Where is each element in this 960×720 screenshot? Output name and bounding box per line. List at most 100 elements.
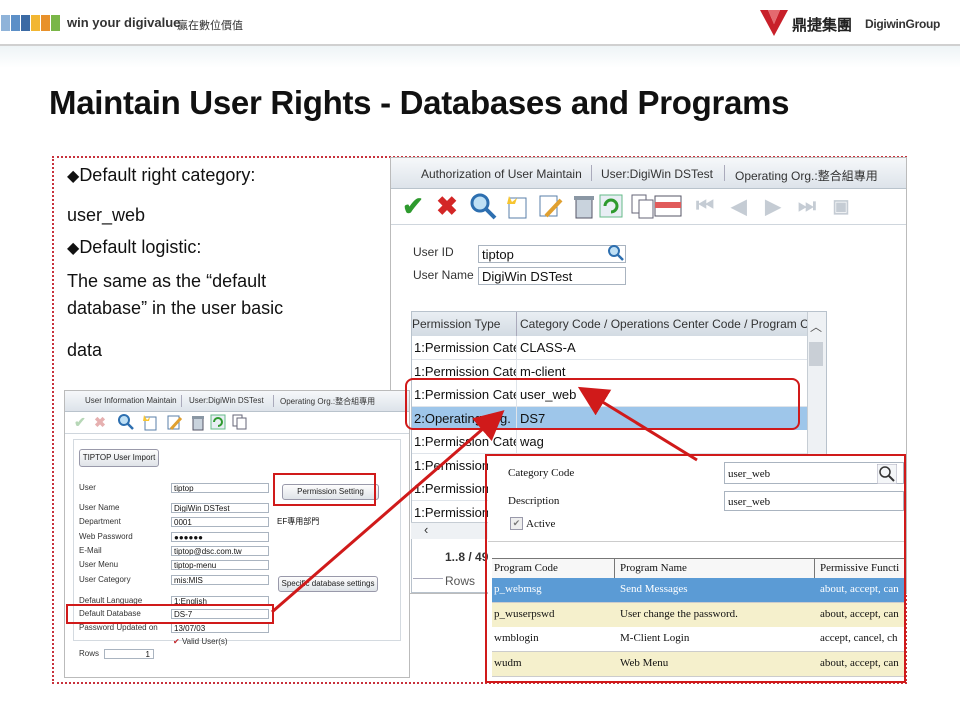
bullet-2-line-3: data xyxy=(67,340,103,360)
delete-icon[interactable] xyxy=(189,413,207,431)
tab-operating-org[interactable]: Operating Org.:整合組專用 xyxy=(280,396,375,407)
highlight-default-database xyxy=(66,604,274,624)
user-field-value[interactable]: DigiWin DSTest xyxy=(171,503,269,513)
toolbar-divider xyxy=(391,224,906,225)
grid-cell-category-code: wag xyxy=(520,434,544,449)
grid-row[interactable]: 1:Permission Cate CLASS-A xyxy=(412,336,807,360)
bullet-2-title: Default logistic: xyxy=(79,237,202,257)
bullet-2-line-2: database” in the user basic xyxy=(67,298,284,318)
brand-square xyxy=(21,15,30,31)
digiwin-logo-icon xyxy=(760,10,788,36)
scroll-left-icon[interactable]: ‹ xyxy=(424,522,428,537)
next-record-icon[interactable]: ▶ xyxy=(759,192,787,220)
cancel-icon[interactable]: ✖ xyxy=(93,413,107,431)
valid-user-label: Valid User(s) xyxy=(181,637,228,646)
first-record-icon[interactable]: ⏮ xyxy=(691,192,719,220)
paging-indicator: 1..8 / 49 xyxy=(445,550,489,564)
search-icon[interactable] xyxy=(469,192,497,220)
specific-database-settings-button[interactable]: Specific database settings xyxy=(278,576,378,592)
tab-separator xyxy=(591,165,592,181)
scroll-up-icon[interactable]: ︿ xyxy=(810,318,822,335)
diamond-bullet-icon: ◆ xyxy=(67,168,80,185)
bullet-default-logistic: ◆Default logistic: xyxy=(67,237,201,258)
new-record-icon[interactable] xyxy=(503,192,531,220)
user-id-field[interactable]: tiptop xyxy=(478,245,626,263)
user-field-value[interactable]: tiptop@dsc.com.tw xyxy=(171,546,269,556)
user-field-value[interactable]: mis:MIS xyxy=(171,575,269,585)
highlight-permission-setting xyxy=(273,473,376,506)
grid-cell-permission-type: 1:Permission Cate xyxy=(414,363,516,379)
tagline-chinese: 贏在數位價值 xyxy=(177,20,243,32)
diamond-bullet-icon: ◆ xyxy=(67,240,80,257)
rows-label: Rows xyxy=(445,574,476,588)
refresh-icon[interactable] xyxy=(597,192,625,220)
bullet-1-value: user_web xyxy=(67,205,146,225)
cancel-icon[interactable]: ✖ xyxy=(433,191,461,221)
grid-cell-category-code: CLASS-A xyxy=(520,340,576,355)
rows-value: 1 xyxy=(104,649,154,659)
refresh-icon[interactable] xyxy=(209,413,227,431)
confirm-icon[interactable]: ✔ xyxy=(399,191,427,221)
scrollbar-thumb[interactable] xyxy=(809,342,823,366)
tab-bar: Authorization of User Maintain User:Digi… xyxy=(391,158,906,189)
grid-row[interactable]: 1:Permission Cate wag xyxy=(412,430,807,454)
copy-icon[interactable] xyxy=(231,413,249,431)
user-id-label: User ID xyxy=(413,245,454,259)
user-field-label: User Name xyxy=(79,503,120,512)
grid-cell-permission-type: 1:Permission Cate xyxy=(414,340,516,355)
layout-icon[interactable] xyxy=(653,192,683,220)
tab-separator xyxy=(181,395,182,407)
user-field-value[interactable]: tiptop-menu xyxy=(171,560,269,570)
tagline: win your digivalue xyxy=(67,15,181,30)
column-divider xyxy=(516,430,517,453)
attachment-icon[interactable]: ▣ xyxy=(827,192,855,220)
page-title: Maintain User Rights - Databases and Pro… xyxy=(49,84,790,121)
last-record-icon[interactable]: ⏭ xyxy=(793,192,821,220)
brand-name: DigiwinGroup xyxy=(865,17,941,31)
tab-user-information[interactable]: User Information Maintain xyxy=(85,396,177,405)
tab-user[interactable]: User:DigiWin DSTest xyxy=(189,396,264,405)
checkbox-checked-icon: ✔ xyxy=(173,637,180,646)
previous-record-icon[interactable]: ◀ xyxy=(725,192,753,220)
rows-label: Rows xyxy=(79,649,100,658)
brand-square xyxy=(51,15,60,31)
user-field-value[interactable]: tiptop xyxy=(171,483,269,493)
grid-header: Permission Type Category Code / Operatio… xyxy=(412,312,815,337)
brand-square xyxy=(41,15,50,31)
tab-separator xyxy=(724,165,725,181)
user-field-value[interactable]: 13/07/03 xyxy=(171,623,269,633)
user-field-value[interactable]: ●●●●●● xyxy=(171,532,269,542)
bullet-2-line-1: The same as the “default xyxy=(67,271,267,291)
search-icon[interactable] xyxy=(607,244,625,262)
tab-authorization[interactable]: Authorization of User Maintain xyxy=(421,167,582,181)
confirm-icon[interactable]: ✔ xyxy=(73,413,87,431)
column-header-permission-type[interactable]: Permission Type xyxy=(412,317,500,331)
grid-cell-permission-type: 1:Permission Cate xyxy=(414,434,516,449)
brand-square xyxy=(31,15,40,31)
highlight-selected-rows xyxy=(405,378,800,430)
column-header-category-code[interactable]: Category Code / Operations Center Code /… xyxy=(520,317,815,331)
tab-bar: User Information Maintain User:DigiWin D… xyxy=(65,391,409,412)
toolbar-divider xyxy=(65,433,409,434)
department-name: EF專用部門 xyxy=(275,517,395,527)
brand-square xyxy=(11,15,20,31)
tab-user[interactable]: User:DigiWin DSTest xyxy=(601,167,713,181)
grid-cell-category-code: m-client xyxy=(520,363,566,379)
edit-icon[interactable] xyxy=(165,413,183,431)
valid-user-checkbox[interactable]: ✔ Valid User(s) xyxy=(173,637,228,646)
user-field-label: Password Updated on xyxy=(79,623,158,632)
edit-icon[interactable] xyxy=(536,192,564,220)
search-icon[interactable] xyxy=(117,413,135,431)
user-name-field: DigiWin DSTest xyxy=(478,267,626,285)
bullet-1-title: Default right category: xyxy=(79,165,256,185)
user-information-window: User Information Maintain User:DigiWin D… xyxy=(64,390,410,678)
new-record-icon[interactable] xyxy=(141,413,159,431)
user-field-label: User Category xyxy=(79,575,131,584)
column-divider xyxy=(516,312,517,336)
user-name-label: User Name xyxy=(413,268,474,282)
brand-name-chinese: 鼎捷集團 xyxy=(792,17,853,34)
tab-operating-org[interactable]: Operating Org.:整合組專用 xyxy=(735,167,878,184)
bullet-default-right-category: ◆Default right category: xyxy=(67,165,255,186)
delete-icon[interactable] xyxy=(570,192,598,220)
user-field-value[interactable]: 0001 xyxy=(171,517,269,527)
